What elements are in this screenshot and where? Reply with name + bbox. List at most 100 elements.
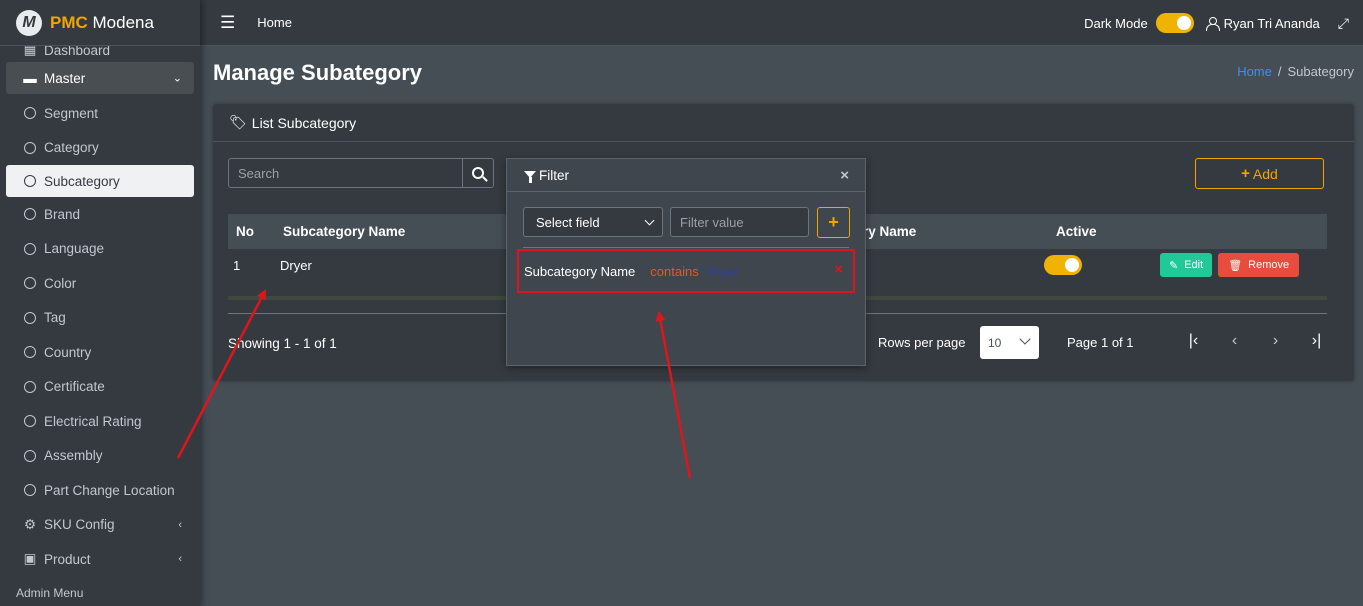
fullscreen-icon[interactable]: ⤢	[1338, 15, 1349, 32]
sidebar-item-product[interactable]: ▣ Product ‹	[6, 542, 194, 577]
sidebar-item-label: Part Change Location	[44, 482, 175, 498]
edit-label: Edit	[1184, 259, 1204, 271]
filter-value-input[interactable]	[671, 208, 808, 236]
dark-mode-label: Dark Mode	[1084, 15, 1148, 31]
sidebar-item-label: Tag	[44, 310, 66, 326]
breadcrumb-home-link[interactable]: Home	[1237, 64, 1272, 79]
sidebar-item-label: SKU Config	[44, 517, 115, 533]
sidebar-item-label: Master	[44, 70, 86, 86]
rows-per-page-value: 10	[988, 335, 1002, 350]
divider	[523, 247, 849, 248]
sidebar-item-country[interactable]: Country	[6, 335, 194, 370]
edit-button[interactable]: ✎ Edit	[1160, 253, 1213, 277]
sidebar-item-label: Assembly	[44, 448, 103, 464]
page-title: Manage Subategory	[213, 60, 423, 85]
circle-icon	[24, 311, 36, 324]
sidebar-item-label: Certificate	[44, 379, 105, 395]
add-button[interactable]: + Add	[1195, 158, 1324, 189]
circle-icon	[24, 346, 36, 359]
remove-button[interactable]: 🗑 Remove	[1218, 253, 1300, 277]
plus-icon: +	[828, 212, 839, 232]
sidebar-item-color[interactable]: Color	[6, 266, 194, 301]
sidebar-item-label: Color	[44, 275, 77, 291]
tags-icon: 🏷	[229, 114, 247, 130]
showing-count: Showing 1 - 1 of 1	[228, 336, 337, 351]
sidebar-item-master[interactable]: ▬ Master ⌄	[6, 62, 194, 94]
sidebar-item-language[interactable]: Language	[6, 232, 194, 267]
column-header-category-name[interactable]: ry Name	[855, 214, 1048, 249]
filter-icon	[524, 170, 536, 183]
remove-filter-icon[interactable]: ×	[834, 261, 843, 278]
last-page-icon[interactable]: ›|	[1296, 332, 1337, 350]
rows-per-page-select[interactable]: 10	[980, 326, 1039, 359]
rows-per-page-label: Rows per page	[878, 335, 966, 350]
add-button-label: Add	[1252, 165, 1278, 182]
hamburger-menu-icon[interactable]: ☰	[220, 13, 235, 33]
sidebar-item-part-change-location[interactable]: Part Change Location	[6, 473, 194, 508]
cell-actions: ✎ Edit 🗑 Remove	[1160, 249, 1327, 281]
topbar-home-link[interactable]: Home	[257, 15, 292, 30]
search-input[interactable]	[229, 159, 462, 187]
sidebar-item-brand[interactable]: Brand	[6, 197, 194, 232]
filter-title: Filter	[539, 167, 569, 183]
card-title: List Subcategory	[251, 114, 357, 131]
circle-icon	[24, 415, 36, 428]
column-header-actions	[1160, 214, 1327, 249]
active-toggle[interactable]	[1044, 255, 1082, 275]
dark-mode-toggle[interactable]	[1155, 13, 1194, 33]
chevron-down-icon: ⌄	[172, 72, 182, 85]
sidebar-item-label: Category	[44, 140, 99, 156]
edit-icon: ✎	[1169, 259, 1179, 272]
filter-value-box	[670, 207, 809, 237]
sidebar-item-label: Country	[44, 344, 92, 360]
sidebar-item-sku-config[interactable]: ⚙ SKU Config ‹	[6, 508, 194, 543]
sidebar-item-subcategory[interactable]: Subcategory	[6, 165, 194, 197]
circle-icon	[24, 208, 36, 221]
search-button[interactable]	[462, 159, 493, 187]
chevron-left-icon: ‹	[178, 518, 182, 531]
sidebar-item-label: Product	[44, 551, 91, 567]
user-name: Ryan Tri Ananda	[1223, 15, 1320, 31]
drive-icon: ▬	[23, 70, 37, 86]
trash-icon: 🗑	[1228, 259, 1243, 272]
sidebar-item-tag[interactable]: Tag	[6, 301, 194, 336]
circle-icon	[24, 277, 36, 290]
pagination: |‹ ‹ › ›|	[1173, 332, 1337, 350]
filter-add-button[interactable]: +	[817, 207, 850, 238]
circle-icon	[24, 484, 36, 497]
remove-label: Remove	[1248, 259, 1290, 271]
sidebar-item-label: Subcategory	[44, 173, 120, 189]
applied-filter-field: Subcategory Name	[524, 263, 636, 279]
close-icon[interactable]: ×	[840, 167, 849, 184]
prev-page-icon[interactable]: ‹	[1214, 332, 1255, 350]
sidebar: ▦ Dashboard ▬ Master ⌄ Segment Category …	[0, 0, 200, 606]
card-header: 🏷 List Subcategory	[213, 104, 1354, 142]
circle-icon	[24, 141, 36, 154]
column-header-active[interactable]: Active	[1048, 214, 1160, 249]
circle-icon	[24, 107, 36, 120]
brand[interactable]: M PMC Modena	[0, 0, 200, 46]
brand-name: PMC Modena	[50, 12, 154, 32]
search-icon	[472, 167, 484, 179]
filter-field-select[interactable]: Select field	[523, 207, 663, 237]
first-page-icon[interactable]: |‹	[1173, 332, 1214, 350]
sidebar-item-category[interactable]: Category	[6, 131, 194, 166]
breadcrumb: Home / Subategory	[1237, 64, 1354, 79]
chevron-left-icon: ‹	[178, 553, 182, 566]
plus-icon: +	[1241, 165, 1250, 182]
sidebar-item-segment[interactable]: Segment	[6, 96, 194, 131]
briefcase-icon: ▣	[23, 551, 37, 567]
sidebar-item-assembly[interactable]: Assembly	[6, 439, 194, 474]
filter-header: Filter ×	[507, 159, 865, 192]
chevron-down-icon	[644, 215, 655, 226]
circle-icon	[24, 242, 36, 255]
cell-active	[1044, 249, 1160, 281]
sidebar-item-electrical-rating[interactable]: Electrical Rating	[6, 404, 194, 439]
circle-icon	[24, 380, 36, 393]
chevron-down-icon	[1019, 333, 1031, 345]
next-page-icon[interactable]: ›	[1255, 332, 1296, 350]
sidebar-item-certificate[interactable]: Certificate	[6, 370, 194, 405]
column-header-no[interactable]: No	[228, 214, 275, 249]
user-menu[interactable]: Ryan Tri Ananda	[1205, 15, 1320, 31]
applied-filter-value: Dryer	[706, 263, 739, 279]
